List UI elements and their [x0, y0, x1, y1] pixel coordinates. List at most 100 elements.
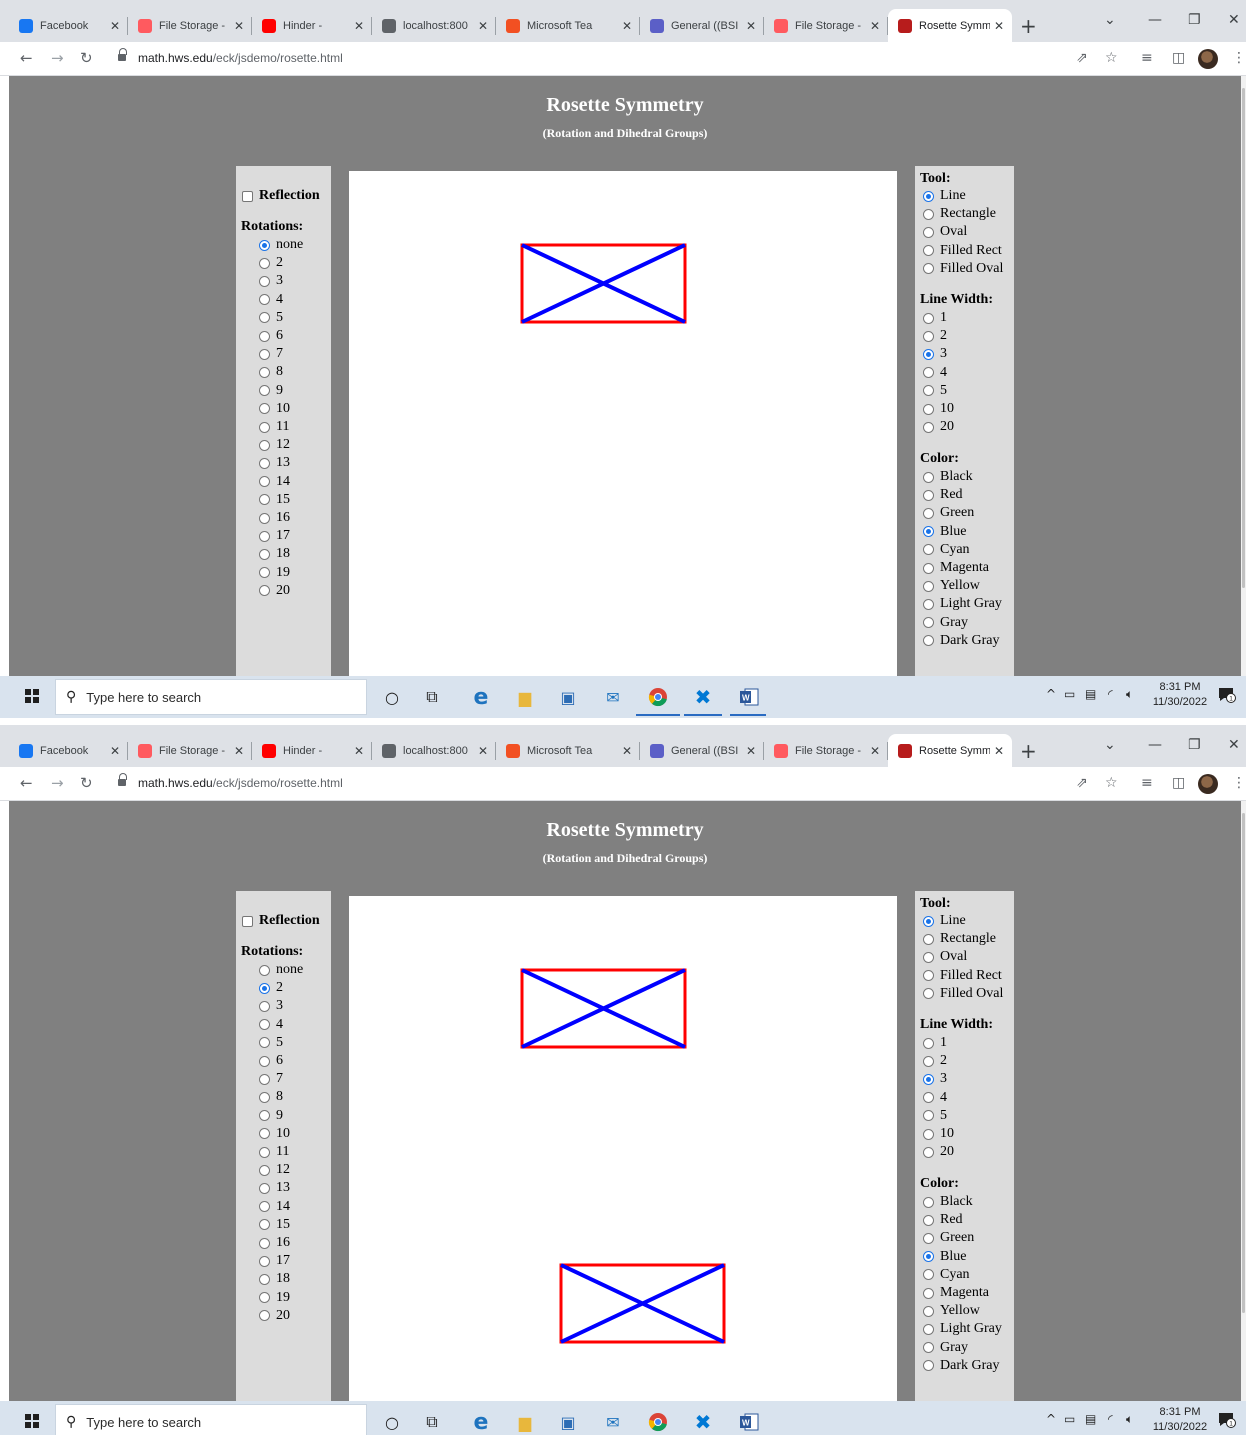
menu-kebab-icon[interactable]: ⋮	[1232, 775, 1246, 791]
tool-radio[interactable]	[923, 915, 934, 927]
tool-radio[interactable]	[923, 190, 934, 202]
line-width-radio[interactable]	[923, 348, 934, 360]
line-width-radio[interactable]	[923, 385, 934, 397]
browser-tab[interactable]: Facebook ✕	[9, 734, 128, 767]
color-radio[interactable]	[923, 1305, 934, 1317]
bookmark-star-icon[interactable]: ☆	[1105, 50, 1118, 66]
line-width-radio[interactable]	[923, 1055, 934, 1067]
lock-icon[interactable]	[118, 773, 127, 787]
tab-close-icon[interactable]: ✕	[746, 19, 756, 33]
browser-tab[interactable]: General ((BSI ✕	[640, 9, 764, 42]
taskbar-search[interactable]: ⚲ Type here to search	[55, 679, 367, 715]
rotation-option[interactable]: 11	[259, 419, 289, 435]
tab-close-icon[interactable]: ✕	[234, 19, 244, 33]
rotation-option[interactable]: 9	[259, 1108, 283, 1124]
line-width-radio[interactable]	[923, 1073, 934, 1085]
rotation-radio[interactable]	[259, 1110, 270, 1122]
line-width-option[interactable]: 5	[923, 1108, 947, 1124]
rotation-radio[interactable]	[259, 585, 270, 597]
rotation-radio[interactable]	[259, 421, 270, 433]
vscode-icon[interactable]: ✖	[691, 685, 715, 709]
rotation-radio[interactable]	[259, 1292, 270, 1304]
line-width-option[interactable]: 1	[923, 310, 947, 326]
rotation-radio[interactable]	[259, 1073, 270, 1085]
share-icon[interactable]: ⇗	[1076, 50, 1088, 66]
reading-list-icon[interactable]: ≡	[1141, 50, 1153, 66]
rotation-radio[interactable]	[259, 275, 270, 287]
word-icon[interactable]: W	[737, 1410, 761, 1434]
new-tab-button[interactable]: +	[1020, 14, 1037, 38]
tool-option[interactable]: Filled Rect	[923, 243, 1002, 259]
color-option[interactable]: Green	[923, 505, 974, 521]
taskbar-search[interactable]: ⚲ Type here to search	[55, 1404, 367, 1435]
menu-kebab-icon[interactable]: ⋮	[1232, 50, 1246, 66]
windows-start-icon[interactable]	[25, 1414, 39, 1428]
line-width-radio[interactable]	[923, 403, 934, 415]
browser-tab[interactable]: Hinder - ✕	[252, 9, 372, 42]
rotation-radio[interactable]	[259, 1164, 270, 1176]
rotation-option[interactable]: none	[259, 237, 303, 253]
color-option[interactable]: Magenta	[923, 1285, 989, 1301]
rotation-option[interactable]: 11	[259, 1144, 289, 1160]
reflection-checkbox[interactable]	[242, 190, 253, 202]
rotation-radio[interactable]	[259, 1146, 270, 1158]
color-radio[interactable]	[923, 1232, 934, 1244]
rotation-option[interactable]: 20	[259, 1308, 290, 1324]
color-radio[interactable]	[923, 635, 934, 647]
color-radio[interactable]	[923, 1287, 934, 1299]
color-radio[interactable]	[923, 1360, 934, 1372]
address-bar[interactable]: math.hws.edu/eck/jsdemo/rosette.html	[138, 51, 343, 65]
rotation-radio[interactable]	[259, 366, 270, 378]
rotation-radio[interactable]	[259, 1255, 270, 1267]
close-window-icon[interactable]: ✕	[1228, 12, 1240, 28]
tab-search-icon[interactable]: ⌄	[1104, 12, 1116, 28]
line-width-option[interactable]: 2	[923, 1053, 947, 1069]
color-option[interactable]: Green	[923, 1230, 974, 1246]
drawing-canvas[interactable]	[349, 171, 897, 676]
color-radio[interactable]	[923, 1214, 934, 1226]
line-width-radio[interactable]	[923, 1128, 934, 1140]
restore-icon[interactable]: ❐	[1188, 737, 1201, 753]
tab-close-icon[interactable]: ✕	[110, 19, 120, 33]
scrollbar-thumb[interactable]	[1242, 88, 1245, 588]
tool-option[interactable]: Rectangle	[923, 931, 996, 947]
line-width-option[interactable]: 4	[923, 1090, 947, 1106]
rotation-option[interactable]: 15	[259, 1217, 290, 1233]
edge-icon[interactable]: e	[469, 685, 493, 710]
battery-icon[interactable]: ▭	[1064, 1412, 1075, 1426]
word-icon[interactable]: W	[737, 685, 761, 709]
color-radio[interactable]	[923, 598, 934, 610]
rotation-option[interactable]: 8	[259, 364, 283, 380]
tab-close-icon[interactable]: ✕	[870, 744, 880, 758]
color-option[interactable]: Cyan	[923, 1267, 970, 1283]
rotation-radio[interactable]	[259, 257, 270, 269]
tray-chevron-icon[interactable]: ^	[1046, 687, 1056, 701]
rotation-radio[interactable]	[259, 1182, 270, 1194]
color-radio[interactable]	[923, 562, 934, 574]
color-option[interactable]: Blue	[923, 524, 966, 540]
profile-avatar[interactable]	[1198, 774, 1218, 794]
rotation-radio[interactable]	[259, 439, 270, 451]
line-width-radio[interactable]	[923, 367, 934, 379]
rotation-radio[interactable]	[259, 494, 270, 506]
reload-icon[interactable]: ↻	[80, 774, 93, 792]
rotation-option[interactable]: 5	[259, 1035, 283, 1051]
tool-radio[interactable]	[923, 988, 934, 1000]
browser-tab[interactable]: localhost:800 ✕	[372, 734, 496, 767]
tab-close-icon[interactable]: ✕	[994, 19, 1004, 33]
tab-close-icon[interactable]: ✕	[354, 744, 364, 758]
color-option[interactable]: Black	[923, 1194, 973, 1210]
tab-close-icon[interactable]: ✕	[994, 744, 1004, 758]
minimize-icon[interactable]: —	[1148, 12, 1162, 28]
rotation-option[interactable]: 10	[259, 1126, 290, 1142]
rotation-option[interactable]: 18	[259, 546, 290, 562]
back-icon[interactable]: ←	[20, 49, 33, 67]
rotation-radio[interactable]	[259, 1019, 270, 1031]
rotation-radio[interactable]	[259, 567, 270, 579]
store-icon[interactable]: ▣	[556, 685, 580, 709]
rotation-option[interactable]: 13	[259, 455, 290, 471]
tool-option[interactable]: Oval	[923, 224, 967, 240]
rotation-option[interactable]: 9	[259, 383, 283, 399]
rotation-radio[interactable]	[259, 1273, 270, 1285]
rotation-option[interactable]: 14	[259, 474, 290, 490]
